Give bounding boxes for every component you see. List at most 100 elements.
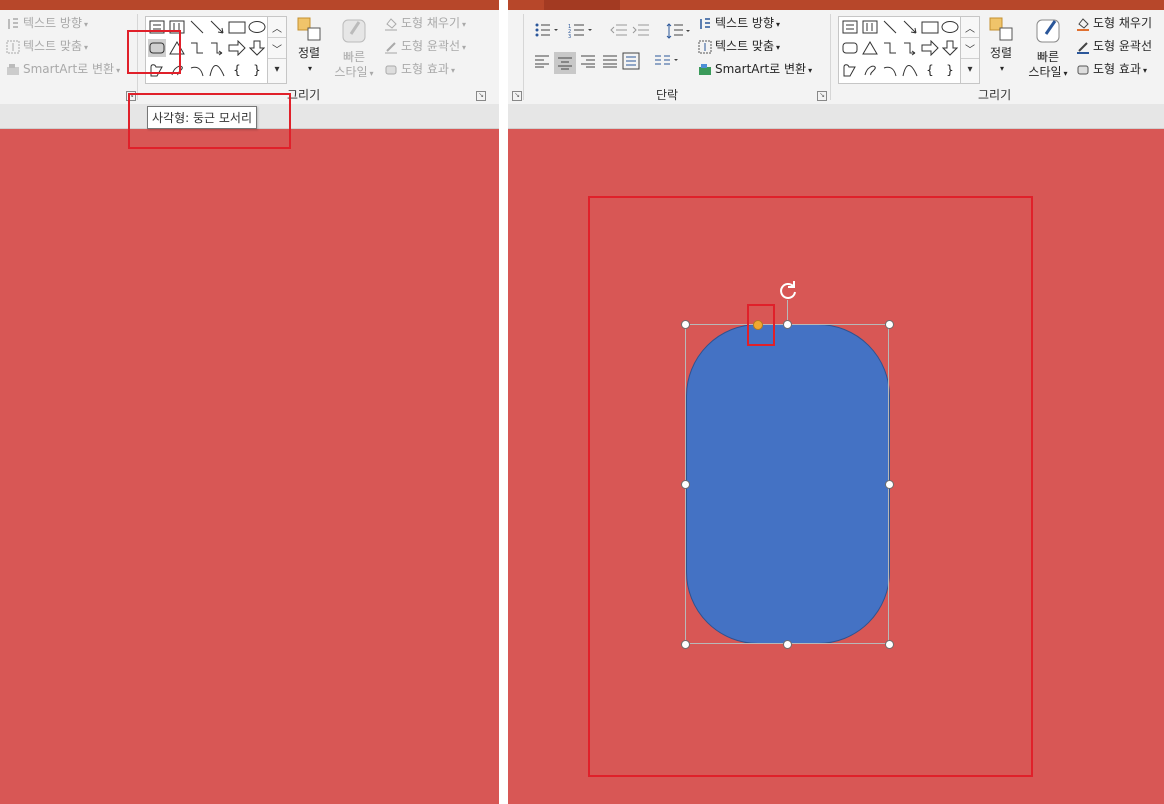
arrange-button[interactable]: 정렬 ▾ (986, 16, 1016, 76)
svg-text:3: 3 (568, 34, 571, 38)
text-align-button[interactable]: 텍스트 맞춤 ▾ (698, 38, 780, 56)
arc-shape[interactable] (188, 61, 206, 79)
arc-shape[interactable] (881, 61, 899, 79)
rectangle-shape[interactable] (921, 18, 939, 36)
quick-styles-button[interactable]: 빠른 스타일 ▾ (1022, 16, 1074, 81)
freeform-shape[interactable] (841, 61, 859, 79)
gallery-scrollbar[interactable]: ︿ ﹀ ▾ (960, 17, 979, 83)
smartart-icon (6, 63, 20, 77)
group-separator (830, 14, 831, 100)
right-brace-shape[interactable]: } (941, 61, 959, 79)
align-center-button[interactable] (554, 52, 576, 74)
text-align-button[interactable]: 텍스트 맞춤 ▾ (6, 38, 88, 56)
shape-fill-icon (1076, 17, 1090, 31)
paragraph-group-label: 단락 (656, 88, 679, 102)
columns-button[interactable] (654, 54, 680, 71)
left-panel: 텍스트 방향 ▾ 텍스트 맞춤 ▾ SmartArt로 변환 ▾ ↘ {} ︿… (0, 0, 499, 804)
oval-shape[interactable] (941, 18, 959, 36)
text-direction-button[interactable]: 텍스트 방향 ▾ (698, 15, 780, 33)
font-launcher[interactable]: ↘ (512, 91, 522, 101)
textbox-shape[interactable] (841, 18, 859, 36)
line-spacing-button[interactable] (666, 22, 692, 43)
gallery-up-icon[interactable]: ︿ (268, 17, 286, 38)
line-shape[interactable] (188, 18, 206, 36)
group-separator (523, 14, 524, 100)
gallery-more-icon[interactable]: ▾ (961, 59, 979, 79)
left-brace-shape[interactable]: { (228, 61, 246, 79)
shape-fill-icon (384, 17, 398, 31)
line-spacing-icon (666, 23, 690, 39)
columns-icon (655, 55, 678, 65)
arrow-line-shape[interactable] (208, 18, 226, 36)
arrow-line-shape[interactable] (901, 18, 919, 36)
curve-shape[interactable] (208, 61, 226, 79)
line-shape[interactable] (881, 18, 899, 36)
increase-indent-icon (632, 24, 649, 36)
align-right-icon (581, 55, 595, 68)
drawing-group-label: 그리기 (287, 88, 321, 102)
vertical-textbox-shape[interactable] (861, 18, 879, 36)
drawing-group-label: 그리기 (978, 88, 1012, 102)
arrange-icon (989, 17, 1013, 41)
quick-styles-button[interactable]: 빠른 스타일 ▾ (330, 16, 378, 81)
elbow-connector-shape[interactable] (881, 39, 899, 57)
shape-fill-button[interactable]: 도형 채우기 (1076, 15, 1152, 31)
shape-fill-button[interactable]: 도형 채우기 ▾ (384, 15, 466, 33)
right-arrow-shape[interactable] (921, 39, 939, 57)
justify-button[interactable] (602, 54, 618, 71)
bullets-button[interactable] (534, 22, 560, 41)
elbow-connector-shape[interactable] (188, 39, 206, 57)
rectangle-shape[interactable] (228, 18, 246, 36)
gallery-scrollbar[interactable]: ︿ ﹀ ▾ (267, 17, 286, 83)
arrange-icon (297, 17, 321, 41)
down-arrow-shape[interactable] (941, 39, 959, 57)
title-bar (0, 0, 499, 10)
numbering-button[interactable]: 123 (568, 22, 594, 41)
right-arrow-shape[interactable] (228, 39, 246, 57)
shape-outline-icon (384, 40, 398, 54)
gallery-down-icon[interactable]: ﹀ (961, 38, 979, 59)
text-direction-icon (698, 17, 712, 31)
shape-outline-button[interactable]: 도형 윤곽선 (1076, 38, 1152, 54)
right-brace-shape[interactable]: } (248, 61, 266, 79)
triangle-shape[interactable] (861, 39, 879, 57)
shape-effects-button[interactable]: 도형 효과 ▾ (1076, 61, 1147, 79)
rounded-rectangle-shape[interactable] (841, 39, 859, 57)
distributed-button[interactable] (622, 52, 640, 73)
scribble-shape[interactable] (861, 61, 879, 79)
decrease-indent-icon (610, 24, 627, 36)
shape-effects-icon (384, 63, 398, 77)
smartart-button[interactable]: SmartArt로 변환 ▾ (698, 61, 812, 79)
shape-outline-button[interactable]: 도형 윤곽선 ▾ (384, 38, 466, 56)
gallery-up-icon[interactable]: ︿ (961, 17, 979, 38)
quick-styles-icon (1036, 19, 1060, 43)
highlight-tooltip (128, 93, 291, 149)
align-right-button[interactable] (580, 54, 596, 71)
shape-effects-button[interactable]: 도형 효과 ▾ (384, 61, 455, 79)
elbow-arrow-connector-shape[interactable] (208, 39, 226, 57)
text-align-icon (698, 40, 712, 54)
down-arrow-shape[interactable] (248, 39, 266, 57)
gallery-down-icon[interactable]: ﹀ (268, 38, 286, 59)
active-tab-marker (544, 0, 620, 10)
ribbon: 텍스트 방향 ▾ 텍스트 맞춤 ▾ SmartArt로 변환 ▾ ↘ {} ︿… (0, 10, 499, 105)
numbering-icon: 123 (568, 24, 592, 40)
shape-outline-icon (1076, 40, 1090, 54)
decrease-indent-button[interactable] (610, 22, 628, 41)
drawing-launcher[interactable]: ↘ (476, 91, 486, 101)
arrange-button[interactable]: 정렬 ▾ (294, 16, 324, 76)
left-brace-shape[interactable]: { (921, 61, 939, 79)
justify-icon (603, 55, 617, 68)
increase-indent-button[interactable] (632, 22, 650, 41)
oval-shape[interactable] (248, 18, 266, 36)
highlight-rounded-rect-button (127, 30, 181, 74)
align-left-button[interactable] (534, 54, 550, 71)
paragraph-launcher[interactable]: ↘ (817, 91, 827, 101)
gallery-more-icon[interactable]: ▾ (268, 59, 286, 79)
smartart-button[interactable]: SmartArt로 변환 ▾ (6, 61, 120, 79)
ruler-strip (508, 104, 1164, 129)
text-direction-icon (6, 17, 20, 31)
elbow-arrow-connector-shape[interactable] (901, 39, 919, 57)
curve-shape[interactable] (901, 61, 919, 79)
text-direction-button[interactable]: 텍스트 방향 ▾ (6, 15, 88, 33)
